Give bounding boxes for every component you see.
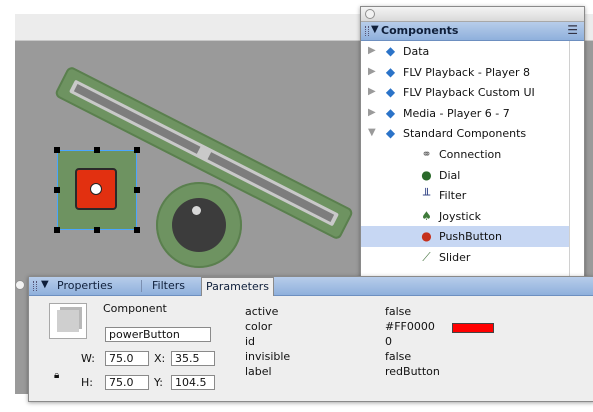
slider-track-left	[73, 84, 201, 154]
x-label: X:	[154, 352, 166, 365]
resize-handle-left[interactable]	[54, 187, 60, 193]
tree-item-label: Standard Components	[403, 127, 527, 141]
properties-tabbar: ▼ Properties Filters Parameters	[29, 277, 593, 296]
height-field[interactable]	[105, 375, 149, 390]
components-scrollbar[interactable]	[569, 41, 584, 291]
resize-handle-top[interactable]	[94, 147, 100, 153]
tree-item-media-player-6-7[interactable]: ▶ ◆ Media - Player 6 - 7	[361, 103, 570, 124]
package-icon: ◆	[385, 105, 396, 120]
package-icon: ◆	[385, 44, 396, 58]
panel-options-menu-icon[interactable]: ☰	[567, 23, 578, 37]
tab-parameters[interactable]: Parameters	[201, 277, 274, 296]
pushbutton-icon: ●	[421, 229, 432, 244]
height-label: H:	[81, 376, 93, 389]
close-panel-icon[interactable]	[365, 9, 375, 19]
instance-name-input[interactable]	[105, 327, 211, 342]
flash-authoring-window: ▼ Components ☰ ▶ ◆ Data ▶ ◆ FLV Playback…	[0, 0, 593, 412]
resize-handle-top-left[interactable]	[54, 147, 60, 153]
tree-item-standard-components[interactable]: ▼ ◆ Standard Components	[361, 123, 570, 144]
package-icon: ◆	[385, 64, 396, 79]
param-name-id: id	[245, 335, 256, 348]
tree-item-data[interactable]: ▶ ◆ Data	[361, 41, 570, 62]
param-name-color: color	[245, 320, 273, 333]
slider-icon: ⟋	[422, 249, 431, 264]
param-value-active[interactable]: false	[385, 305, 411, 318]
tree-item-label: Slider	[439, 250, 471, 264]
collapse-triangle-icon[interactable]: ▼	[41, 279, 49, 290]
dial-icon: ●	[421, 167, 432, 182]
tree-item-flv-playback-player-8[interactable]: ▶ ◆ FLV Playback - Player 8	[361, 62, 570, 83]
tree-item-label: FLV Playback - Player 8	[403, 65, 531, 79]
y-field[interactable]	[171, 375, 215, 390]
tab-filters[interactable]: Filters	[148, 278, 189, 294]
joystick-icon: ♠	[421, 208, 432, 223]
component-thumbnail	[49, 303, 87, 339]
components-panel-title: Components	[381, 24, 459, 37]
tree-item-dial[interactable]: ● Dial	[361, 165, 570, 186]
tab-separator	[141, 280, 142, 292]
resize-handle-bottom[interactable]	[94, 227, 100, 233]
selection-outline	[57, 150, 137, 230]
collapse-triangle-icon[interactable]: ▼	[371, 24, 379, 35]
expand-triangle-icon[interactable]: ▶	[368, 66, 376, 77]
tree-item-label: PushButton	[439, 230, 502, 244]
grip-icon[interactable]	[33, 281, 37, 291]
tree-item-flv-playback-custom-ui[interactable]: ▶ ◆ FLV Playback Custom UI	[361, 82, 570, 103]
param-value-label[interactable]: redButton	[385, 365, 440, 378]
param-name-invisible: invisible	[245, 350, 291, 363]
resize-handle-bottom-right[interactable]	[134, 227, 140, 233]
lock-icon[interactable]: 🔒︎	[54, 370, 59, 381]
tab-properties[interactable]: Properties	[53, 278, 117, 294]
expand-triangle-icon[interactable]: ▶	[368, 86, 376, 97]
dial-indicator	[192, 206, 201, 215]
tree-item-filter[interactable]: ╨ Filter	[361, 185, 570, 206]
component-cube-icon	[57, 310, 79, 332]
width-field[interactable]	[105, 351, 149, 366]
properties-panel: ▼ Properties Filters Parameters Componen…	[15, 276, 593, 402]
components-panel-header[interactable]: ▼ Components ☰	[361, 22, 584, 41]
param-value-invisible[interactable]: false	[385, 350, 411, 363]
param-name-active: active	[245, 305, 279, 318]
resize-handle-bottom-left[interactable]	[54, 227, 60, 233]
filter-icon: ╨	[422, 188, 431, 203]
connection-icon: ⚭	[421, 146, 432, 161]
package-icon: ◆	[385, 85, 396, 100]
tree-item-label: Connection	[439, 147, 502, 161]
package-icon: ◆	[385, 126, 396, 141]
param-name-label: label	[245, 365, 272, 378]
collapse-triangle-icon[interactable]: ▼	[368, 127, 376, 138]
param-value-color[interactable]: #FF0000	[385, 320, 435, 333]
dial-knob[interactable]	[172, 198, 226, 252]
x-field[interactable]	[171, 351, 215, 366]
grip-icon[interactable]	[365, 26, 369, 36]
tree-item-connection[interactable]: ⚭ Connection	[361, 144, 570, 165]
components-tree: ▶ ◆ Data ▶ ◆ FLV Playback - Player 8 ▶ ◆…	[361, 41, 570, 291]
resize-handle-top-right[interactable]	[134, 147, 140, 153]
color-swatch[interactable]	[452, 323, 494, 333]
param-value-id[interactable]: 0	[385, 335, 392, 348]
tree-item-label: Joystick	[439, 209, 482, 223]
tree-item-slider[interactable]: ⟋ Slider	[361, 247, 570, 268]
dial-component-graphic[interactable]	[156, 182, 242, 268]
components-panel-titlebar[interactable]	[361, 7, 584, 22]
close-panel-icon[interactable]	[15, 280, 25, 290]
expand-triangle-icon[interactable]: ▶	[368, 45, 376, 56]
tree-item-label: Filter	[439, 189, 467, 203]
tree-item-label: Media - Player 6 - 7	[403, 106, 510, 120]
component-type-label: Component	[103, 302, 167, 315]
tree-item-pushbutton[interactable]: ● PushButton	[361, 226, 570, 247]
expand-triangle-icon[interactable]: ▶	[368, 107, 376, 118]
tree-item-joystick[interactable]: ♠ Joystick	[361, 206, 570, 227]
components-panel: ▼ Components ☰ ▶ ◆ Data ▶ ◆ FLV Playback…	[360, 6, 585, 292]
width-label: W:	[81, 352, 95, 365]
resize-handle-right[interactable]	[134, 187, 140, 193]
tree-item-label: Dial	[439, 168, 461, 182]
tree-item-label: Data	[403, 45, 430, 58]
tree-item-label: FLV Playback Custom UI	[403, 86, 535, 100]
y-label: Y:	[154, 376, 163, 389]
